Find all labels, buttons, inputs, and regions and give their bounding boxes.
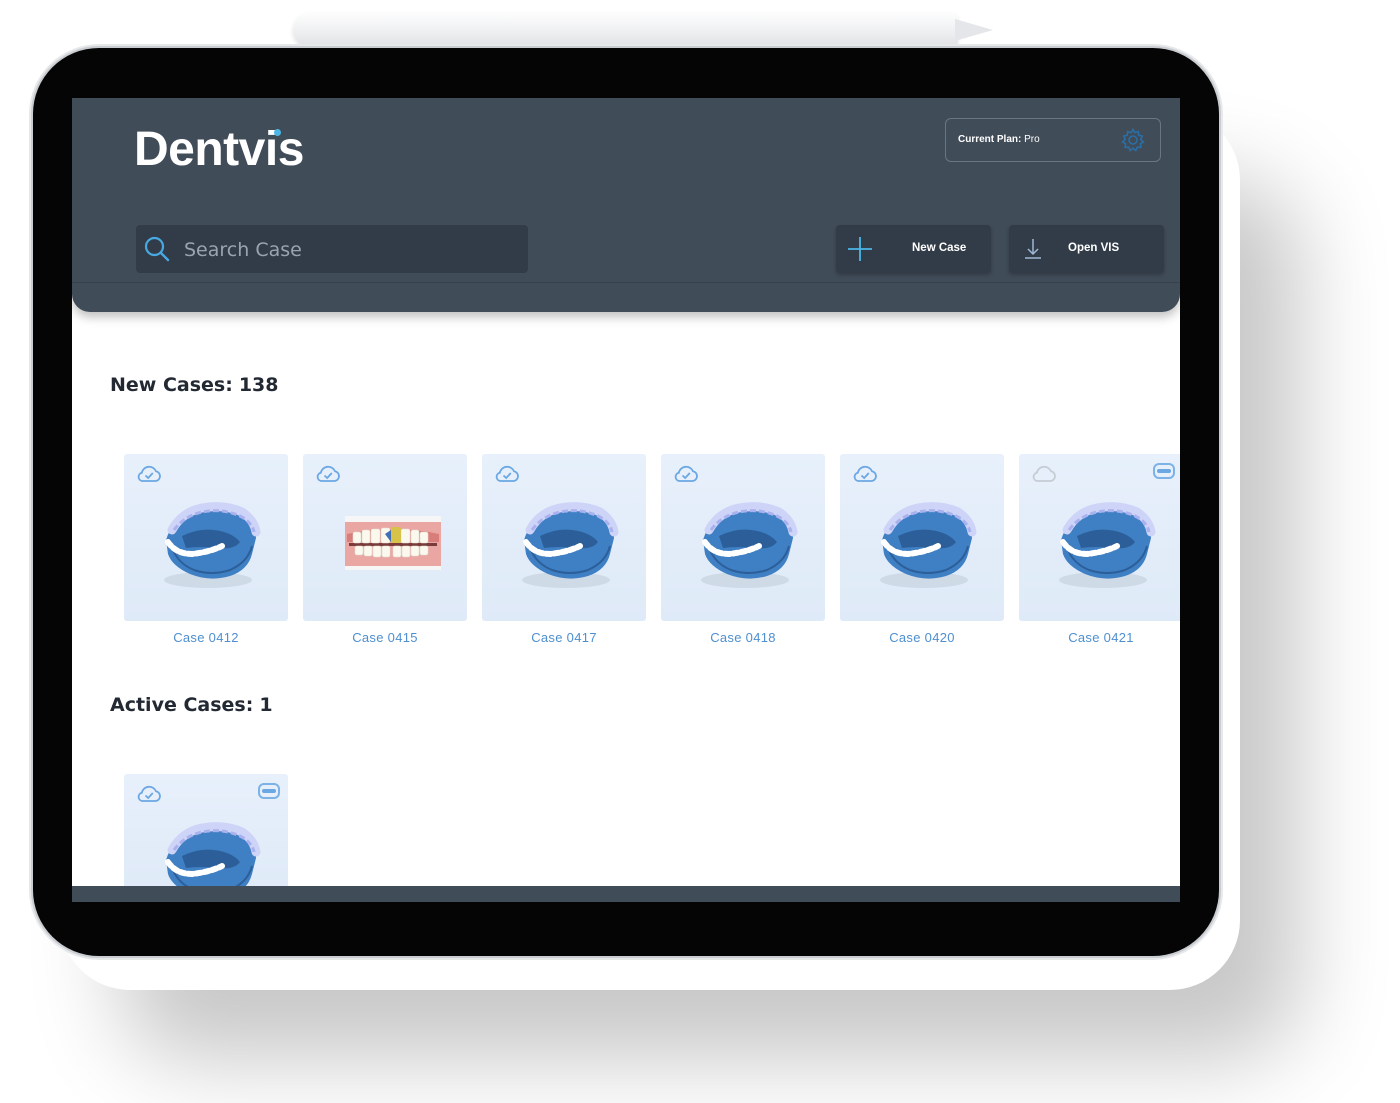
- current-plan-box[interactable]: Current Plan: Pro: [945, 118, 1161, 162]
- jaw-model-image: [522, 502, 619, 588]
- open-vis-label: Open VIS: [1068, 242, 1120, 254]
- case-thumbnail[interactable]: [661, 454, 825, 621]
- search-icon: [144, 236, 170, 262]
- new-case-button[interactable]: New Case: [836, 225, 991, 273]
- cloud-check-icon: [495, 465, 519, 482]
- case-thumbnail[interactable]: [840, 454, 1004, 621]
- case-thumbnail[interactable]: [124, 454, 288, 621]
- cloud-check-icon: [137, 785, 161, 802]
- open-vis-button[interactable]: Open VIS: [1009, 225, 1164, 273]
- section-count: 1: [259, 694, 273, 716]
- case-thumbnail[interactable]: [303, 454, 467, 621]
- cloud-check-icon: [137, 465, 161, 482]
- status-badge: [258, 783, 280, 799]
- jaw-model-image: [701, 502, 798, 588]
- jaw-model-image: [164, 502, 261, 588]
- status-badge: [1153, 463, 1175, 479]
- case-label[interactable]: Case 0415: [303, 630, 467, 645]
- plan-label: Current Plan:: [958, 134, 1022, 145]
- download-icon: [1025, 239, 1041, 259]
- search-input[interactable]: [182, 225, 516, 275]
- logo-dot: [274, 129, 281, 136]
- case-label[interactable]: Case 0420: [840, 630, 1004, 645]
- new-case-label: New Case: [912, 242, 967, 254]
- header-divider: [72, 282, 1180, 283]
- plus-icon: [848, 237, 872, 261]
- stylus: [293, 13, 958, 47]
- cloud-check-icon: [853, 465, 877, 482]
- app-header: Dentvis Current Plan: Pro Search Case Ne…: [72, 98, 1180, 312]
- active-cases-title: Active Cases: 1: [110, 694, 273, 716]
- case-label[interactable]: Case 0421: [1019, 630, 1180, 645]
- case-thumbnail[interactable]: [1019, 454, 1180, 621]
- cloud-check-icon: [674, 465, 698, 482]
- search-box[interactable]: [136, 225, 528, 275]
- case-label[interactable]: Case 0417: [482, 630, 646, 645]
- cloud-check-icon: [316, 465, 340, 482]
- stylus-tip: [955, 19, 993, 41]
- jaw-model-image: [1059, 502, 1156, 588]
- case-thumbnail[interactable]: [482, 454, 646, 621]
- teeth-photo: [345, 516, 441, 570]
- cloud-empty-icon: [1032, 465, 1056, 482]
- jaw-model-image: [880, 502, 977, 588]
- case-label[interactable]: Case 0418: [661, 630, 825, 645]
- app-screen: Dentvis Current Plan: Pro Search Case Ne…: [72, 98, 1180, 902]
- gear-icon[interactable]: [1120, 127, 1146, 153]
- case-label[interactable]: Case 0412: [124, 630, 288, 645]
- case-thumbnail[interactable]: [124, 774, 288, 894]
- section-label: Active Cases:: [110, 694, 254, 716]
- plan-value: Pro: [1024, 134, 1040, 145]
- section-label: New Cases:: [110, 374, 233, 396]
- section-count: 138: [238, 374, 279, 396]
- jaw-model-image: [165, 822, 261, 894]
- bottom-bar: [72, 886, 1180, 902]
- plan-info: Current Plan: Pro: [958, 134, 1040, 145]
- new-cases-title: New Cases: 138: [110, 374, 279, 396]
